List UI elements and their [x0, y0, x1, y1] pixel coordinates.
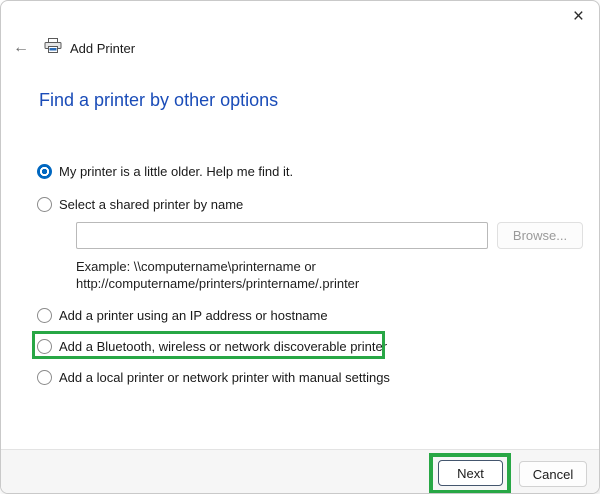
option-label: Add a printer using an IP address or hos… [59, 307, 328, 323]
dialog-header: ← Add Printer [13, 37, 136, 59]
option-label: My printer is a little older. Help me fi… [59, 163, 294, 179]
radio-option-ip-hostname[interactable]: Add a printer using an IP address or hos… [37, 306, 328, 324]
close-icon[interactable]: × [569, 6, 588, 28]
printer-icon [44, 37, 62, 59]
shared-printer-name-input[interactable] [76, 222, 488, 249]
radio-icon[interactable] [37, 163, 52, 179]
example-line-2: http://computername/printers/printername… [76, 276, 360, 291]
radio-icon[interactable] [37, 369, 52, 385]
example-line-1: Example: \\computername\printername or [76, 259, 316, 274]
option-label: Select a shared printer by name [59, 196, 244, 212]
radio-icon[interactable] [37, 307, 52, 323]
radio-icon[interactable] [37, 196, 52, 212]
shared-printer-example-text: Example: \\computername\printername or h… [76, 258, 359, 292]
page-title: Find a printer by other options [39, 90, 279, 110]
radio-option-shared-printer[interactable]: Select a shared printer by name [37, 195, 243, 213]
add-printer-dialog: × ← Add Printer Find a printer by other … [0, 0, 600, 494]
next-button[interactable]: Next [438, 460, 503, 486]
browse-button[interactable]: Browse... [497, 222, 583, 249]
radio-icon[interactable] [37, 338, 52, 354]
footer-bar [1, 449, 599, 493]
radio-option-older-printer[interactable]: My printer is a little older. Help me fi… [37, 162, 293, 180]
cancel-button[interactable]: Cancel [519, 461, 587, 487]
option-label: Add a Bluetooth, wireless or network dis… [59, 338, 388, 354]
window-title: Add Printer [70, 40, 136, 56]
option-label: Add a local printer or network printer w… [59, 369, 390, 385]
radio-option-local-manual[interactable]: Add a local printer or network printer w… [37, 368, 390, 386]
back-icon[interactable]: ← [13, 39, 29, 57]
radio-option-bluetooth-wireless[interactable]: Add a Bluetooth, wireless or network dis… [37, 337, 387, 355]
